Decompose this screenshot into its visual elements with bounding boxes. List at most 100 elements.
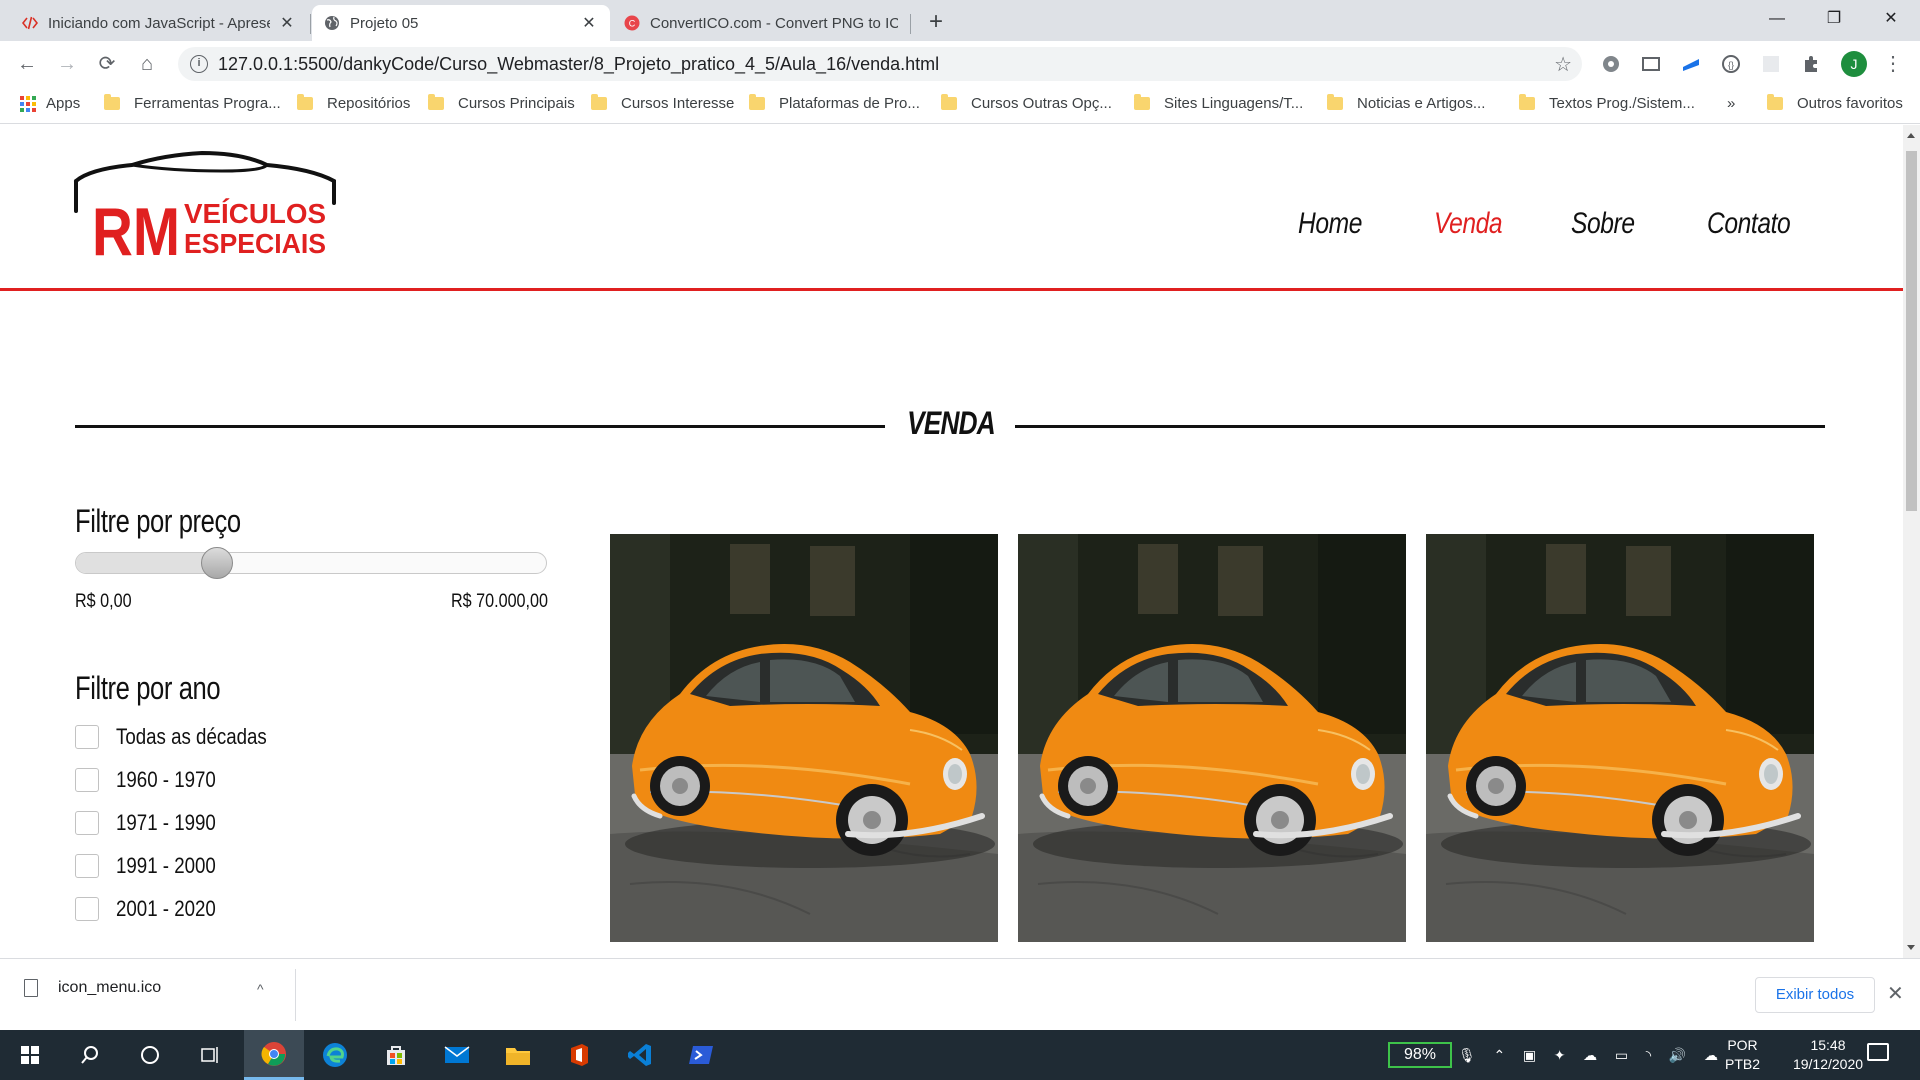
bookmark-label: Plataformas de Pro... <box>779 95 920 112</box>
year-option-1960-1970[interactable]: 1960 - 1970 <box>75 767 233 793</box>
nav-contato[interactable]: Contato <box>1707 207 1791 241</box>
bookmark-folder[interactable]: Cursos Interesse <box>591 94 735 112</box>
download-item[interactable]: icon_menu.ico <box>24 979 161 997</box>
year-option-2001-2020[interactable]: 2001 - 2020 <box>75 896 233 922</box>
input-language[interactable]: POR PTB2 <box>1725 1036 1760 1074</box>
year-option-all[interactable]: Todas as décadas <box>75 724 293 750</box>
logo-line2: ESPECIAIS <box>184 228 326 259</box>
powershell-taskbar-icon[interactable] <box>671 1030 731 1080</box>
forward-button[interactable]: → <box>52 49 82 79</box>
page-scrollbar[interactable] <box>1903 125 1920 958</box>
bookmark-label: Cursos Interesse <box>621 95 735 112</box>
bookmark-folder[interactable]: Cursos Outras Opç... <box>941 94 1112 112</box>
screen-capture-icon[interactable] <box>1640 53 1662 75</box>
profile-avatar[interactable]: J <box>1841 51 1867 77</box>
dropbox-icon[interactable]: ✦ <box>1554 1047 1566 1064</box>
close-icon[interactable]: ✕ <box>1887 981 1904 1006</box>
cortana-icon[interactable] <box>120 1030 180 1080</box>
wifi-icon[interactable]: ◝ <box>1646 1047 1651 1064</box>
folder-icon <box>104 94 120 110</box>
bookmark-folder[interactable]: Ferramentas Progra... <box>104 94 281 112</box>
checkbox[interactable] <box>75 768 99 792</box>
checkbox[interactable] <box>75 897 99 921</box>
office-taskbar-icon[interactable] <box>549 1030 609 1080</box>
browser-menu-icon[interactable]: ⋮ <box>1883 51 1903 76</box>
chevron-up-icon[interactable]: ^ <box>257 981 264 997</box>
bookmark-folder[interactable]: Noticias e Artigos... <box>1327 94 1485 112</box>
home-button[interactable]: ⌂ <box>132 49 162 79</box>
tab-title: Iniciando com JavaScript - Apresentação <box>48 14 270 32</box>
nav-venda[interactable]: Venda <box>1434 207 1503 241</box>
car-card[interactable] <box>610 534 998 942</box>
price-slider-handle[interactable] <box>200 547 233 579</box>
car-card[interactable] <box>1426 534 1814 942</box>
maximize-button[interactable]: ❐ <box>1805 0 1863 41</box>
mail-taskbar-icon[interactable] <box>427 1030 487 1080</box>
price-slider-track[interactable] <box>75 552 547 574</box>
checkbox[interactable] <box>75 811 99 835</box>
bookmark-star-icon[interactable]: ☆ <box>1554 52 1572 77</box>
car-card[interactable] <box>1018 534 1406 942</box>
vscode-taskbar-icon[interactable] <box>610 1030 670 1080</box>
edge-taskbar-icon[interactable] <box>305 1030 365 1080</box>
extension-gear-icon[interactable] <box>1600 53 1622 75</box>
cloud-sync-icon[interactable]: ☁ <box>1704 1047 1718 1064</box>
battery-indicator[interactable]: 98% <box>1388 1042 1452 1068</box>
new-tab-button[interactable]: + <box>922 8 950 36</box>
task-view-icon[interactable] <box>180 1030 240 1080</box>
logo-line1: VEÍCULOS <box>184 198 326 229</box>
close-window-button[interactable]: ✕ <box>1862 0 1920 41</box>
car-photo <box>1018 534 1406 942</box>
extension-circle-icon[interactable]: {} <box>1720 53 1742 75</box>
bookmark-folder[interactable]: Plataformas de Pro... <box>749 94 920 112</box>
nav-sobre[interactable]: Sobre <box>1571 207 1635 241</box>
onedrive-cloud-icon[interactable]: ☁ <box>1583 1047 1597 1064</box>
site-logo[interactable]: RM VEÍCULOS ESPECIAIS <box>72 150 342 270</box>
tab-projeto-05[interactable]: Projeto 05 ✕ <box>312 5 610 41</box>
bookmark-other-favorites[interactable]: Outros favoritos <box>1767 94 1903 112</box>
minimize-button[interactable]: — <box>1748 0 1806 41</box>
checkbox[interactable] <box>75 854 99 878</box>
address-bar[interactable]: i 127.0.0.1:5500/dankyCode/Curso_Webmast… <box>178 47 1582 81</box>
microphone-icon[interactable]: 🎙 <box>1458 1047 1476 1064</box>
search-icon[interactable] <box>60 1030 120 1080</box>
nav-home[interactable]: Home <box>1298 207 1362 241</box>
show-all-downloads-button[interactable]: Exibir todos <box>1755 977 1875 1013</box>
scrollbar-thumb[interactable] <box>1906 151 1917 511</box>
tab-javascript[interactable]: Iniciando com JavaScript - Apresentação … <box>10 5 308 41</box>
bookmark-folder[interactable]: Textos Prog./Sistem... <box>1519 94 1695 112</box>
checkbox[interactable] <box>75 725 99 749</box>
extension-blue-icon[interactable] <box>1680 53 1702 75</box>
checkbox-label: 2001 - 2020 <box>116 896 216 921</box>
store-taskbar-icon[interactable] <box>366 1030 426 1080</box>
extension-grid-icon[interactable] <box>1760 53 1782 75</box>
taskbar-clock[interactable]: 15:48 19/12/2020 <box>1780 1036 1876 1074</box>
bookmark-folder[interactable]: Repositórios <box>297 94 410 112</box>
scroll-up-arrow-icon[interactable] <box>1907 133 1915 138</box>
file-explorer-taskbar-icon[interactable] <box>488 1030 548 1080</box>
battery-icon[interactable]: ▭ <box>1615 1047 1628 1064</box>
year-option-1991-2000[interactable]: 1991 - 2000 <box>75 853 233 879</box>
notification-center-icon[interactable] <box>1867 1043 1889 1061</box>
device-icon[interactable]: ▣ <box>1523 1047 1536 1064</box>
year-option-1971-1990[interactable]: 1971 - 1990 <box>75 810 233 836</box>
back-button[interactable]: ← <box>12 49 42 79</box>
chrome-taskbar-icon[interactable] <box>244 1030 304 1080</box>
extensions-puzzle-icon[interactable] <box>1800 53 1822 75</box>
bookmark-folder[interactable]: Cursos Principais <box>428 94 575 112</box>
close-icon[interactable]: ✕ <box>580 13 598 33</box>
bookmark-folder[interactable]: Sites Linguagens/T... <box>1134 94 1303 112</box>
price-min-label: R$ 0,00 <box>75 591 132 612</box>
chevron-up-icon[interactable]: ⌃ <box>1493 1047 1505 1064</box>
bookmark-apps[interactable]: Apps <box>20 95 80 112</box>
scroll-down-arrow-icon[interactable] <box>1907 945 1915 950</box>
divider <box>295 969 296 1021</box>
bookmarks-overflow-button[interactable]: » <box>1727 95 1735 112</box>
tab-converticon[interactable]: C ConvertICO.com - Convert PNG to ICO <box>612 5 910 41</box>
site-info-icon[interactable]: i <box>190 55 208 73</box>
volume-icon[interactable]: 🔊 <box>1669 1047 1686 1064</box>
url-text[interactable]: 127.0.0.1:5500/dankyCode/Curso_Webmaster… <box>218 54 939 75</box>
close-icon[interactable]: ✕ <box>278 13 296 33</box>
windows-start-icon[interactable] <box>0 1030 60 1080</box>
reload-button[interactable]: ⟳ <box>92 49 122 79</box>
